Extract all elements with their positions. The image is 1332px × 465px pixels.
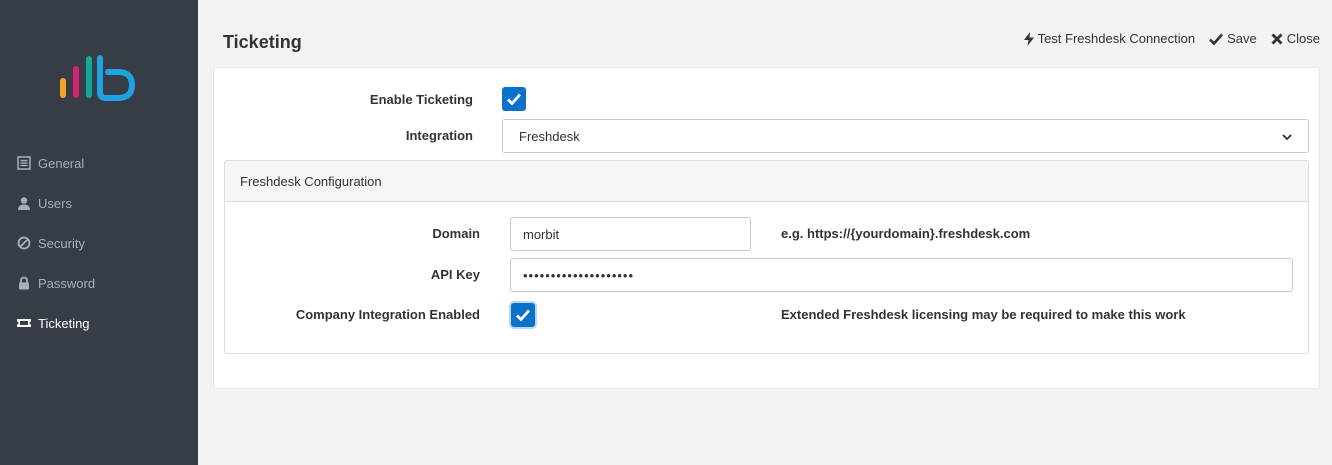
freshdesk-config-panel: Freshdesk Configuration Domain morbit e.…: [224, 160, 1309, 354]
sidebar-item-password[interactable]: Password: [16, 272, 95, 294]
company-integration-label: Company Integration Enabled: [295, 307, 480, 322]
domain-label: Domain: [432, 226, 480, 241]
save-button[interactable]: Save: [1209, 31, 1257, 46]
settings-card: Enable Ticketing Integration Freshdesk F…: [213, 67, 1320, 389]
lock-icon: [16, 275, 32, 291]
sidebar-item-label: Users: [38, 195, 72, 211]
test-connection-button[interactable]: Test Freshdesk Connection: [1023, 31, 1196, 46]
integration-label: Integration: [405, 128, 473, 143]
user-icon: [16, 195, 32, 211]
api-key-label: API Key: [430, 267, 480, 282]
list-icon: [16, 155, 32, 171]
checkmark-icon: [507, 93, 522, 106]
ban-icon: [16, 235, 32, 251]
app-logo[interactable]: [56, 52, 136, 102]
check-icon: [1209, 33, 1224, 45]
save-label: Save: [1227, 31, 1257, 46]
integration-select[interactable]: Freshdesk: [502, 119, 1309, 153]
integration-select-value: Freshdesk: [519, 128, 580, 144]
checkmark-icon: [516, 309, 531, 322]
company-integration-hint: Extended Freshdesk licensing may be requ…: [781, 307, 1186, 322]
close-label: Close: [1286, 31, 1320, 46]
chevron-down-icon: [1282, 129, 1292, 144]
domain-input[interactable]: morbit: [510, 217, 751, 251]
sidebar-item-label: General: [38, 155, 85, 171]
close-button[interactable]: Close: [1271, 31, 1320, 46]
sidebar-item-label: Ticketing: [38, 315, 90, 331]
enable-ticketing-checkbox[interactable]: [502, 87, 526, 111]
domain-hint: e.g. https://{yourdomain}.freshdesk.com: [781, 226, 1031, 241]
enable-ticketing-label: Enable Ticketing: [369, 92, 473, 107]
toolbar: Test Freshdesk Connection Save Close: [1023, 31, 1320, 46]
close-icon: [1271, 33, 1283, 45]
ticket-icon: [16, 315, 32, 331]
sidebar-item-label: Password: [38, 275, 96, 291]
bolt-icon: [1023, 31, 1034, 46]
sidebar-item-general[interactable]: General: [16, 152, 84, 174]
sidebar-item-label: Security: [38, 235, 85, 251]
sidebar: General Users Security Password Ticketin…: [0, 0, 198, 465]
sidebar-item-security[interactable]: Security: [16, 232, 85, 254]
company-integration-checkbox[interactable]: [511, 303, 535, 327]
api-key-input[interactable]: ••••••••••••••••••••: [510, 258, 1293, 292]
test-connection-label: Test Freshdesk Connection: [1037, 31, 1196, 46]
sidebar-item-users[interactable]: Users: [16, 192, 72, 214]
page-title: Ticketing: [223, 32, 302, 52]
panel-title: Freshdesk Configuration: [225, 161, 1308, 202]
sidebar-item-ticketing[interactable]: Ticketing: [16, 312, 90, 334]
main-content: Ticketing Test Freshdesk Connection Save…: [198, 0, 1332, 465]
